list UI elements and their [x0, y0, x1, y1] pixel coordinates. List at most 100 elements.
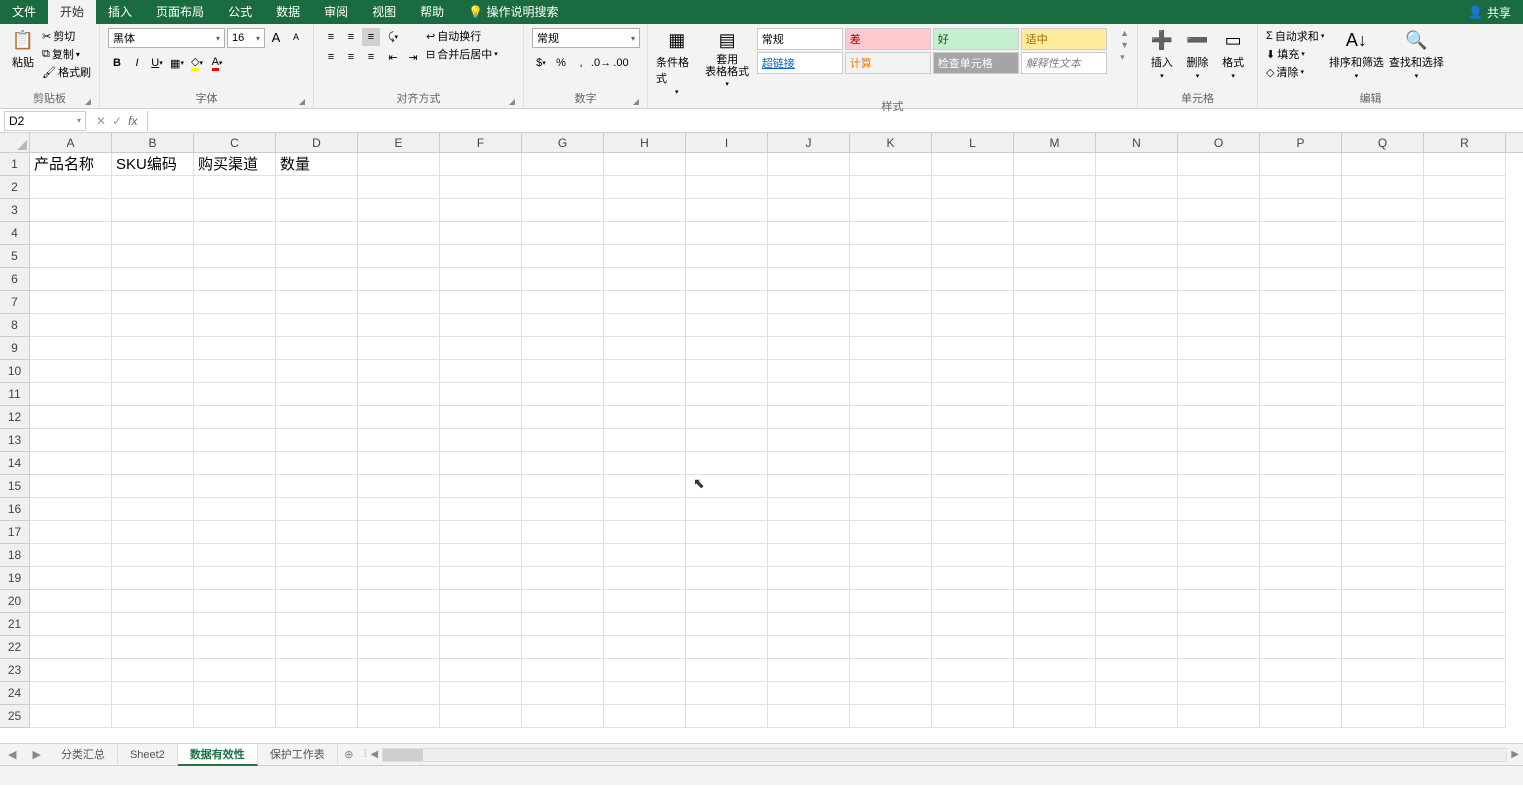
- cell[interactable]: [1260, 199, 1342, 222]
- cell[interactable]: [1014, 406, 1096, 429]
- cell[interactable]: [112, 222, 194, 245]
- cell[interactable]: [850, 521, 932, 544]
- cell[interactable]: [276, 682, 358, 705]
- cell[interactable]: [358, 222, 440, 245]
- cell[interactable]: [850, 199, 932, 222]
- tell-me[interactable]: 💡 操作说明搜索: [456, 0, 570, 24]
- cell[interactable]: [1260, 475, 1342, 498]
- cell[interactable]: [276, 199, 358, 222]
- cell[interactable]: [522, 291, 604, 314]
- align-left-button[interactable]: ≡: [322, 48, 340, 66]
- cell[interactable]: [1014, 176, 1096, 199]
- cell[interactable]: [1178, 521, 1260, 544]
- cell[interactable]: [686, 590, 768, 613]
- cell[interactable]: [194, 498, 276, 521]
- cell[interactable]: [1424, 245, 1506, 268]
- row-header[interactable]: 8: [0, 314, 29, 337]
- cell[interactable]: [932, 337, 1014, 360]
- cell[interactable]: [1014, 337, 1096, 360]
- cell[interactable]: [194, 268, 276, 291]
- row-header[interactable]: 15: [0, 475, 29, 498]
- cell[interactable]: [112, 636, 194, 659]
- cell[interactable]: [276, 383, 358, 406]
- cell[interactable]: [850, 268, 932, 291]
- column-header[interactable]: D: [276, 133, 358, 152]
- dialog-launcher-icon[interactable]: ◢: [633, 97, 639, 106]
- cell[interactable]: [358, 360, 440, 383]
- cell[interactable]: [1178, 498, 1260, 521]
- cell[interactable]: [358, 429, 440, 452]
- cell[interactable]: [1014, 682, 1096, 705]
- cell[interactable]: [1096, 475, 1178, 498]
- cell[interactable]: [522, 176, 604, 199]
- cell[interactable]: [1424, 521, 1506, 544]
- cell[interactable]: [604, 590, 686, 613]
- cell[interactable]: [1342, 222, 1424, 245]
- cell[interactable]: [932, 682, 1014, 705]
- cell[interactable]: [604, 245, 686, 268]
- cell[interactable]: [522, 314, 604, 337]
- cell[interactable]: [276, 452, 358, 475]
- row-header[interactable]: 16: [0, 498, 29, 521]
- cell[interactable]: [30, 498, 112, 521]
- cell[interactable]: [358, 521, 440, 544]
- column-header[interactable]: K: [850, 133, 932, 152]
- spreadsheet-grid[interactable]: ABCDEFGHIJKLMNOPQR 123456789101112131415…: [0, 133, 1523, 743]
- cell[interactable]: [522, 429, 604, 452]
- add-sheet-button[interactable]: ⊕: [338, 748, 360, 761]
- cell[interactable]: [112, 544, 194, 567]
- cell[interactable]: [850, 291, 932, 314]
- copy-button[interactable]: ⧉复制▾: [42, 46, 91, 62]
- cell[interactable]: [276, 245, 358, 268]
- cell[interactable]: [276, 291, 358, 314]
- cell[interactable]: [1014, 498, 1096, 521]
- cell[interactable]: [850, 383, 932, 406]
- cell[interactable]: [932, 659, 1014, 682]
- cell[interactable]: [194, 176, 276, 199]
- cell[interactable]: [112, 452, 194, 475]
- cell[interactable]: [522, 337, 604, 360]
- cell[interactable]: [358, 383, 440, 406]
- cell[interactable]: [1260, 383, 1342, 406]
- cell[interactable]: [30, 682, 112, 705]
- cell[interactable]: [604, 613, 686, 636]
- merge-button[interactable]: ⊟合并后居中▾: [426, 46, 498, 62]
- cell[interactable]: [686, 314, 768, 337]
- cell[interactable]: [1260, 245, 1342, 268]
- cell[interactable]: [440, 153, 522, 176]
- cell[interactable]: [850, 452, 932, 475]
- cell[interactable]: [112, 268, 194, 291]
- cell[interactable]: [768, 245, 850, 268]
- orientation-button[interactable]: ⤹▾: [384, 28, 402, 46]
- cell[interactable]: [1178, 176, 1260, 199]
- cell[interactable]: [30, 705, 112, 728]
- cell[interactable]: [440, 360, 522, 383]
- menu-review[interactable]: 审阅: [312, 0, 360, 24]
- cell[interactable]: [358, 452, 440, 475]
- align-right-button[interactable]: ≡: [362, 48, 380, 66]
- cell[interactable]: [604, 659, 686, 682]
- cell[interactable]: [850, 222, 932, 245]
- cell[interactable]: [1096, 613, 1178, 636]
- cell[interactable]: [1260, 521, 1342, 544]
- cell[interactable]: [1096, 659, 1178, 682]
- cell[interactable]: [276, 360, 358, 383]
- conditional-format-button[interactable]: ▦ 条件格式▾: [656, 28, 697, 96]
- cell[interactable]: [522, 705, 604, 728]
- column-header[interactable]: E: [358, 133, 440, 152]
- cell[interactable]: [1260, 659, 1342, 682]
- cell[interactable]: [358, 245, 440, 268]
- percent-button[interactable]: %: [552, 54, 570, 72]
- cell[interactable]: [1178, 406, 1260, 429]
- cell[interactable]: [194, 406, 276, 429]
- cell[interactable]: [194, 659, 276, 682]
- cell[interactable]: [768, 429, 850, 452]
- cell[interactable]: [1178, 383, 1260, 406]
- cell[interactable]: [1424, 498, 1506, 521]
- cell[interactable]: [1260, 291, 1342, 314]
- cell[interactable]: [932, 544, 1014, 567]
- cell[interactable]: [1096, 268, 1178, 291]
- cell[interactable]: [30, 383, 112, 406]
- cell[interactable]: [276, 567, 358, 590]
- cell[interactable]: [1424, 659, 1506, 682]
